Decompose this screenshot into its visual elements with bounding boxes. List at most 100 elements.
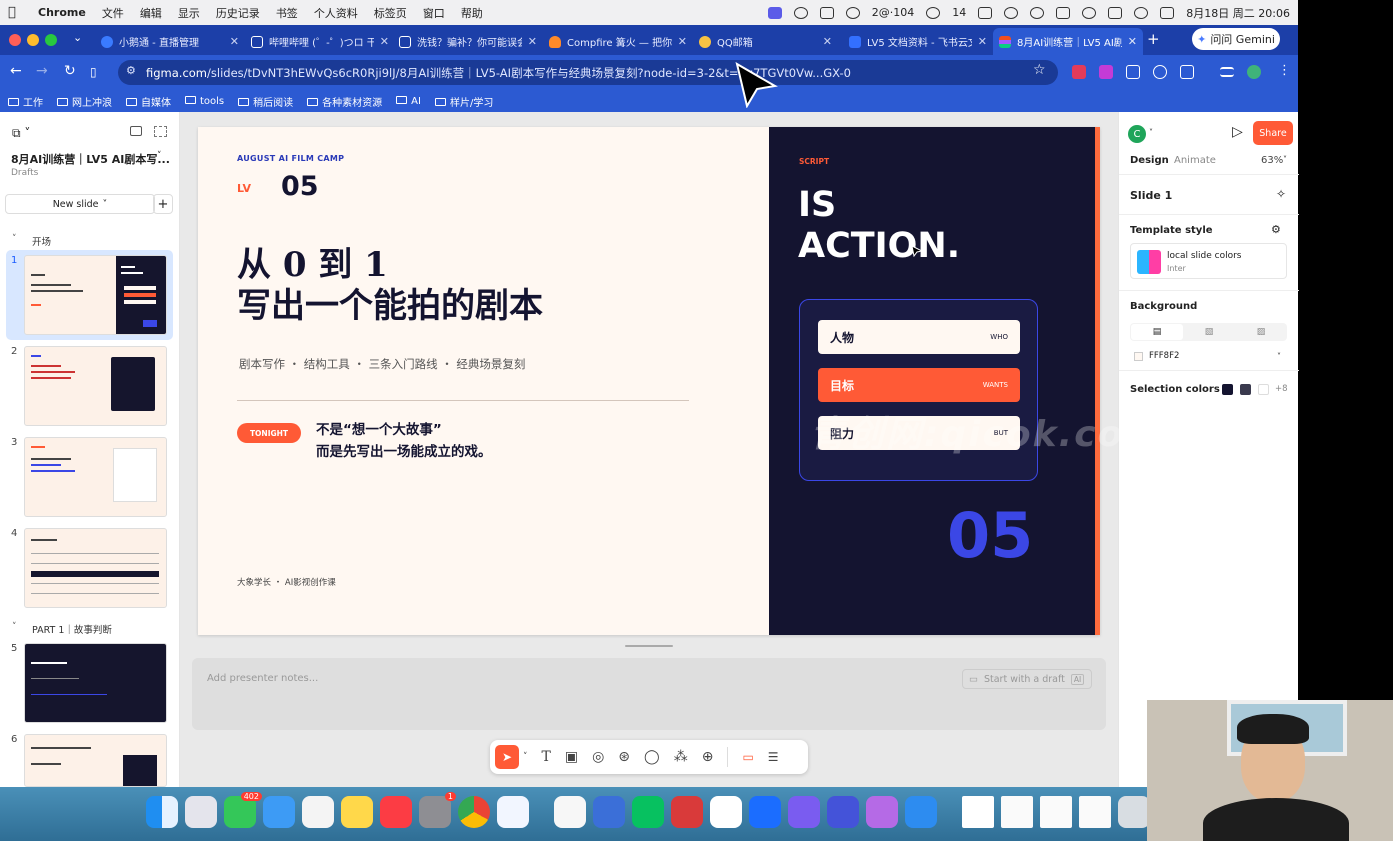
file-location[interactable]: Drafts (11, 168, 38, 178)
input-method-icon[interactable] (978, 6, 993, 19)
notes-app-icon[interactable] (341, 796, 373, 828)
qr-code-icon[interactable] (962, 796, 994, 828)
extensions-puzzle-icon[interactable] (1180, 65, 1194, 79)
document-preview-icon[interactable] (1079, 796, 1111, 828)
close-tab-icon[interactable]: ✕ (380, 35, 389, 48)
menubar-datetime[interactable]: 8月18日 周二 20:06 (1186, 5, 1290, 21)
bookmark-folder[interactable]: 各种素材资源 (307, 94, 382, 109)
resize-handle[interactable] (625, 645, 673, 647)
section-label[interactable]: PART 1｜故事判断 (32, 622, 112, 636)
slide-thumbnail-4[interactable] (24, 528, 167, 608)
chrome-menu-icon[interactable]: ⋮ (1278, 63, 1291, 78)
extension-camera-icon[interactable] (1126, 65, 1140, 79)
menu-edit[interactable]: 编辑 (140, 5, 162, 21)
control-center-icon[interactable] (1160, 6, 1175, 19)
text-tool-icon[interactable]: T (542, 749, 551, 765)
tab-compfire[interactable]: Compfire 篝火 — 把你的... ✕ (543, 28, 693, 55)
status-battery-text[interactable]: 2@·104 (872, 6, 915, 19)
presenter-notes[interactable]: Add presenter notes... ▭ Start with a dr… (192, 658, 1106, 730)
site-info-icon[interactable]: ⚙ (126, 64, 136, 77)
zoom-level[interactable]: 63% (1261, 155, 1283, 166)
gemini-button[interactable]: ✦ 问问 Gemini (1192, 28, 1280, 50)
bookmark-folder[interactable]: 稍后阅读 (238, 94, 293, 109)
screen-record-icon[interactable] (767, 6, 782, 19)
document-preview-icon[interactable] (1040, 796, 1072, 828)
tab-bilibili-2[interactable]: 洗钱？骗补？你可能误会了 ✕ (393, 28, 543, 55)
wifi-icon[interactable] (1082, 6, 1097, 19)
bookmark-folder[interactable]: tools (185, 95, 224, 107)
menu-view[interactable]: 显示 (178, 5, 200, 21)
close-tab-icon[interactable]: ✕ (1128, 35, 1137, 48)
wps-icon[interactable] (710, 796, 742, 828)
cat-app-icon[interactable] (866, 796, 898, 828)
finder-icon[interactable] (146, 796, 178, 828)
share-button[interactable]: Share (1253, 121, 1293, 145)
app-chat-icon[interactable] (827, 796, 859, 828)
profile-avatar-icon[interactable] (1247, 65, 1261, 79)
tab-animate[interactable]: Animate (1174, 155, 1216, 166)
launchpad-icon[interactable] (185, 796, 217, 828)
solid-fill-icon[interactable]: ▤ (1131, 324, 1183, 340)
zoom-chevron-icon[interactable]: ˅ (1283, 155, 1287, 164)
widgets-tool-icon[interactable]: ⁂ (674, 749, 688, 765)
adjust-icon[interactable]: ⚙ (1271, 223, 1281, 236)
forward-icon[interactable]: → (36, 63, 48, 79)
notes-icon[interactable] (819, 6, 834, 19)
address-bar[interactable]: ⚙ figma.com/slides/tDvNT3hEWvQs6cR0Rji9l… (118, 60, 1058, 85)
app-robot-icon[interactable] (593, 796, 625, 828)
comment-tool-icon[interactable]: ◯ (644, 749, 660, 765)
slide-thumbnail-2[interactable] (24, 346, 167, 426)
document-preview-icon[interactable] (1001, 796, 1033, 828)
start-draft-button[interactable]: ▭ Start with a draft AI (962, 669, 1092, 689)
reload-icon[interactable]: ↻ (64, 63, 76, 79)
color-swatch-white[interactable] (1258, 384, 1269, 395)
menu-help[interactable]: 帮助 (461, 5, 483, 21)
tab-feishu[interactable]: LV5 文档资料 - 飞书云文档 ✕ (843, 28, 993, 55)
extension-download-icon[interactable] (1099, 65, 1113, 79)
ai-sparkle-icon[interactable]: ✧ (1276, 187, 1286, 201)
figma-menu-icon[interactable]: ⧉ ˅ (12, 126, 30, 141)
extension-openai-icon[interactable] (1153, 65, 1167, 79)
shape-tool-icon[interactable]: ◎ (592, 749, 604, 765)
live-app-icon[interactable] (905, 796, 937, 828)
slide-thumbnail-6[interactable] (24, 734, 167, 787)
grid-view-icon[interactable] (154, 126, 167, 137)
tab-design[interactable]: Design (1130, 155, 1169, 166)
menu-tabs[interactable]: 标签页 (374, 5, 407, 21)
apple-icon[interactable]:  (8, 5, 22, 20)
tab-qqmail[interactable]: QQ邮箱 ✕ (693, 28, 838, 55)
menu-window[interactable]: 窗口 (423, 5, 445, 21)
tab-figma-active[interactable]: 8月AI训练营｜LV5 AI剧本... ✕ (993, 28, 1143, 55)
outline-mode-icon[interactable]: ☰ (768, 750, 779, 764)
interactive-tool-icon[interactable]: ⊛ (618, 749, 630, 765)
mail-icon[interactable] (263, 796, 295, 828)
tab-bilibili-1[interactable]: 哔哩哔哩 (゜-゜)つロ 干杯~ ✕ (245, 28, 395, 55)
close-tab-icon[interactable]: ✕ (678, 35, 687, 48)
slide-thumbnail-3[interactable] (24, 437, 167, 517)
back-icon[interactable]: ← (10, 63, 22, 79)
wechat-icon[interactable] (926, 6, 941, 19)
tab-search-chevron-icon[interactable]: ⌄ (73, 31, 82, 44)
more-colors-count[interactable]: +8 (1275, 384, 1288, 394)
spotlight-icon[interactable] (1134, 6, 1149, 19)
more-tools-icon[interactable]: ⊕ (702, 749, 714, 765)
play-icon[interactable] (1004, 6, 1019, 19)
slide-thumbnail-5[interactable] (24, 643, 167, 723)
file-title[interactable]: 8月AI训练营｜LV5 AI剧本写... (11, 151, 170, 167)
present-play-icon[interactable]: ▷ (1232, 124, 1243, 140)
close-tab-icon[interactable]: ✕ (230, 35, 239, 48)
color-swatch-dark[interactable] (1222, 384, 1233, 395)
display-icon[interactable] (1056, 6, 1071, 19)
new-tab-icon[interactable]: + (1147, 30, 1160, 48)
lark-icon[interactable] (497, 796, 529, 828)
menu-bookmarks[interactable]: 书签 (276, 5, 298, 21)
avatar-chevron-icon[interactable]: ˅ (1149, 128, 1153, 137)
section-label[interactable]: 开场 (32, 234, 51, 248)
template-style-card[interactable]: local slide colors Inter (1130, 243, 1287, 279)
downloader-icon[interactable] (788, 796, 820, 828)
user-avatar[interactable]: C (1128, 125, 1146, 143)
messages-icon[interactable]: 402 (224, 792, 262, 828)
background-color-field[interactable]: FFF8F2 ˅ (1130, 347, 1287, 365)
sidebar-toggle-icon[interactable]: ▯ (90, 65, 97, 79)
tool-chevron-icon[interactable]: ˅ (523, 752, 528, 762)
